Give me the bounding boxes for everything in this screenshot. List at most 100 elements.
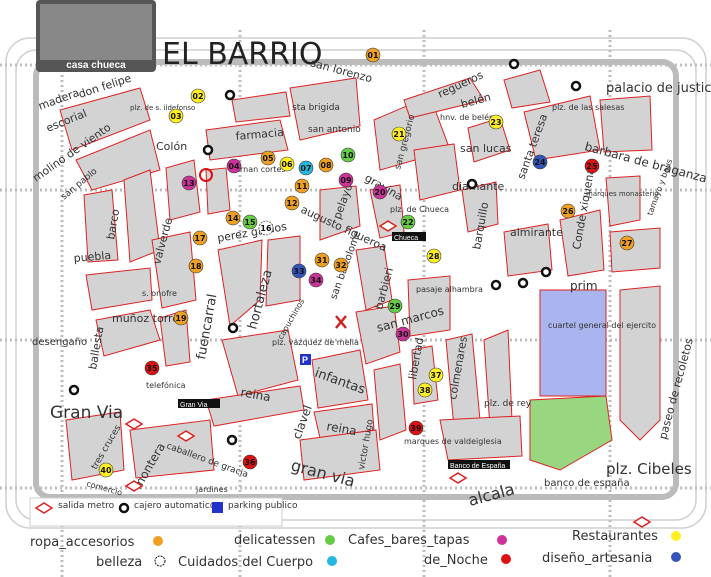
poi-marker-number: 23 <box>490 118 501 127</box>
poi-marker[interactable]: 01 <box>365 47 381 63</box>
poi-marker[interactable]: 19 <box>173 310 189 326</box>
poi-marker-number: 10 <box>342 151 354 160</box>
legend-diseno-icon <box>671 552 681 562</box>
poi-marker-number: 07 <box>300 164 311 173</box>
poi-marker-number: 16 <box>260 224 272 233</box>
poi-marker[interactable]: 05 <box>260 150 276 166</box>
poi-marker-number: 04 <box>228 162 240 171</box>
poi-marker-number: 38 <box>419 386 431 395</box>
poi-marker[interactable]: 11 <box>294 178 310 194</box>
poi-marker[interactable]: 07 <box>298 160 314 176</box>
poi-marker[interactable]: 02 <box>190 88 206 104</box>
poi-marker-number: 29 <box>389 302 401 311</box>
poi-marker-number: 25 <box>586 162 598 171</box>
poi-marker-number: 20 <box>374 188 386 197</box>
poi-marker[interactable]: 18 <box>188 258 204 274</box>
poi-marker-number: 02 <box>192 92 203 101</box>
legend-delicatessen: delicatessen <box>234 533 315 548</box>
poi-marker[interactable]: 29 <box>387 298 403 314</box>
poi-marker-number: 18 <box>190 262 202 271</box>
street-plz-cibeles: plz. Cibeles <box>606 460 692 478</box>
poi-marker-number: 33 <box>293 267 304 276</box>
legend-diseno: diseño_artesania <box>542 551 652 566</box>
poi-marker[interactable]: 32 <box>333 257 349 273</box>
poi-marker-number: 03 <box>170 112 181 121</box>
poi-marker[interactable]: 04 <box>226 158 242 174</box>
metro-banco-de-espana[interactable]: Banco de España <box>448 460 510 470</box>
poi-marker-number: 15 <box>244 218 256 227</box>
legend-ropa-icon <box>153 536 163 546</box>
chueca-map: casa chueca EL BARRIO madera don felipe … <box>0 0 711 577</box>
map-title: EL BARRIO <box>162 37 322 72</box>
poi-marker-number: 09 <box>340 176 352 185</box>
poi-marker[interactable]: 08 <box>318 157 334 173</box>
poi-marker[interactable]: 13 <box>181 175 197 191</box>
poi-marker[interactable]: 25 <box>584 158 600 174</box>
street-puebla: puebla <box>73 249 112 265</box>
poi-marker[interactable]: 24 <box>532 154 548 170</box>
street-prim: prim <box>570 279 598 293</box>
street-banco-de-espana: banco de españa <box>544 478 630 489</box>
street-gran-via-big: Gran Via <box>50 403 123 423</box>
street-pasaje-alhambra: pasaje alhambra <box>416 285 483 294</box>
poi-marker[interactable]: 36 <box>242 454 258 470</box>
poi-marker-number: 01 <box>367 51 379 60</box>
legend-restaurantes: Restaurantes <box>572 529 658 544</box>
poi-marker-number: 39 <box>410 424 422 433</box>
poi-marker[interactable]: 30 <box>395 326 411 342</box>
legend-parking-icon <box>212 502 223 513</box>
poi-marker-number: 35 <box>146 364 158 373</box>
poi-marker[interactable]: 09 <box>338 172 354 188</box>
poi-marker[interactable]: 15 <box>242 214 258 230</box>
street-hnv-de-belen: hnv. de belén <box>440 112 494 122</box>
poi-marker[interactable]: 17 <box>192 230 208 246</box>
poi-marker-number: 36 <box>244 458 256 467</box>
legend-belleza-icon <box>154 555 166 567</box>
poi-marker-number: 37 <box>430 371 441 380</box>
metro-gran-via[interactable]: Gran Via <box>178 399 220 409</box>
poi-marker[interactable]: 16 <box>258 220 274 236</box>
poi-marker[interactable]: 28 <box>426 248 442 264</box>
poi-marker[interactable]: 03 <box>168 108 184 124</box>
street-telefonica: telefónica <box>146 380 186 390</box>
poi-marker-number: 14 <box>227 214 239 223</box>
poi-marker[interactable]: 26 <box>560 203 576 219</box>
svg-text:Gran Via: Gran Via <box>180 402 208 409</box>
poi-marker-number: 17 <box>194 234 205 243</box>
poi-marker[interactable]: 39 <box>408 420 424 436</box>
street-jardines: jardines <box>195 485 228 494</box>
street-diamante: diamante <box>452 180 505 193</box>
legend-cafes: Cafes_bares_tapas <box>348 533 470 548</box>
poi-marker[interactable]: 31 <box>314 252 330 268</box>
poi-marker[interactable]: 23 <box>488 114 504 130</box>
poi-marker[interactable]: 20 <box>372 184 388 200</box>
logo[interactable]: casa chueca <box>36 0 156 72</box>
poi-marker-number: 28 <box>428 252 440 261</box>
poi-marker[interactable]: 14 <box>225 210 241 226</box>
poi-marker[interactable]: 21 <box>391 126 407 142</box>
poi-marker[interactable]: 40 <box>98 462 114 478</box>
poi-marker-number: 34 <box>310 276 322 285</box>
street-alcala: alcala <box>466 479 516 510</box>
street-palacio-de-justicia: palacio de justicia <box>606 81 711 96</box>
poi-marker[interactable]: 37 <box>428 367 444 383</box>
poi-marker[interactable]: 22 <box>400 214 416 230</box>
legend-cajero: cajero automatico <box>134 501 216 511</box>
street-plz-de-las-salesas: plz. de las salesas <box>552 103 624 112</box>
poi-marker[interactable]: 27 <box>619 235 635 251</box>
poi-marker[interactable]: 38 <box>417 382 433 398</box>
poi-marker[interactable]: 34 <box>308 272 324 288</box>
poi-marker-number: 30 <box>397 330 409 339</box>
poi-marker[interactable]: 06 <box>279 156 295 172</box>
poi-marker[interactable]: 12 <box>284 195 300 211</box>
poi-marker[interactable]: 35 <box>144 360 160 376</box>
poi-marker-number: 11 <box>296 182 308 191</box>
legend-parking: parking publico <box>228 501 298 511</box>
poi-marker-number: 26 <box>562 207 574 216</box>
poi-marker[interactable]: 10 <box>340 147 356 163</box>
poi-marker[interactable]: 33 <box>291 263 307 279</box>
poi-marker-number: 27 <box>621 239 632 248</box>
legend: salida metro cajero automatico parking p… <box>29 497 681 570</box>
legend-belleza: belleza <box>96 555 142 570</box>
street-plz-de-chueca: plz. de Chueca <box>390 205 449 214</box>
